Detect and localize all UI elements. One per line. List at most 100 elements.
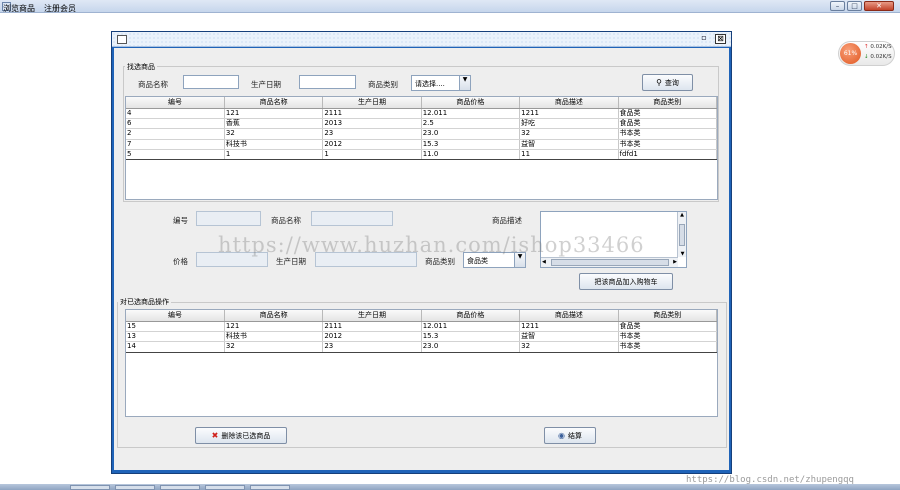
- table-cell: 32: [224, 128, 324, 140]
- table-row[interactable]: 7 科技书 2012 15.3 益智 书本类: [126, 139, 718, 151]
- column-header[interactable]: 生产日期: [322, 310, 422, 322]
- taskbar-button[interactable]: [160, 485, 200, 490]
- desc-vertical-scrollbar[interactable]: ▲ ▼: [677, 212, 686, 257]
- filter-name-label: 商品名称: [138, 80, 168, 89]
- window-titlebar: [0, 0, 900, 13]
- table-cell: 2012: [322, 331, 422, 343]
- table-cell: 23.0: [421, 341, 521, 353]
- upload-speed-value: 0.02K/S: [870, 44, 892, 50]
- table-cell: 4: [126, 108, 225, 119]
- download-speed: ↓ 0.02K/S: [864, 54, 892, 60]
- table-cell: 12.011: [421, 321, 521, 332]
- table-cell: 11.0: [421, 149, 521, 161]
- cart-table[interactable]: 编号 商品名称 生产日期 商品价格 商品描述 商品类别 15 121 2111 12.011 12…: [125, 309, 718, 417]
- table-row[interactable]: 5 1 1 11.0 11 fdfd1: [126, 149, 718, 161]
- detail-category-label: 商品类别: [425, 257, 455, 266]
- frame-close-button[interactable]: ⊠: [715, 34, 726, 44]
- delete-selected-button[interactable]: ✖ 删除该已选商品: [195, 427, 287, 444]
- desc-horizontal-scrollbar[interactable]: ◀ ▶: [541, 257, 678, 267]
- frame-system-icon[interactable]: [117, 35, 127, 44]
- column-header[interactable]: 商品类别: [618, 310, 718, 322]
- frame-restore-button[interactable]: ▫: [699, 34, 709, 44]
- table-cell: 121: [224, 108, 324, 119]
- table-cell: 23: [322, 128, 422, 140]
- table-row[interactable]: 2 32 23 23.0 32 书本类: [126, 128, 718, 140]
- query-button-label: 查询: [664, 78, 679, 87]
- detail-category-value: 食品类: [467, 257, 488, 265]
- taskbar-button[interactable]: [205, 485, 245, 490]
- column-header[interactable]: 商品描述: [519, 310, 619, 322]
- table-cell: 121: [224, 321, 324, 332]
- delete-button-label: 删除该已选商品: [221, 431, 271, 440]
- detail-id-field[interactable]: [196, 211, 261, 226]
- column-header[interactable]: 商品名称: [224, 310, 324, 322]
- table-cell: 15.3: [421, 139, 521, 151]
- site-watermark: https://www.huzhan.com/ishop33466: [218, 233, 645, 257]
- h-scroll-thumb[interactable]: [551, 259, 669, 266]
- frame-titlebar[interactable]: [112, 32, 731, 47]
- table-row[interactable]: 6 香蕉 2013 2.5 好吃 食品类: [126, 118, 718, 130]
- table-cell: 2013: [322, 118, 422, 130]
- maximize-button[interactable]: □: [847, 1, 862, 11]
- table-row[interactable]: 14 32 23 23.0 32 书本类: [126, 341, 718, 353]
- column-header[interactable]: 商品名称: [224, 97, 324, 109]
- table-cell: 益智: [519, 331, 619, 343]
- table-row[interactable]: 4 121 2111 12.011 1211 食品类: [126, 108, 718, 119]
- chevron-down-icon[interactable]: ▼: [459, 76, 470, 90]
- scroll-right-icon[interactable]: ▶: [673, 259, 677, 265]
- detail-id-label: 编号: [173, 216, 188, 225]
- scroll-down-icon[interactable]: ▼: [678, 251, 687, 257]
- scroll-up-icon[interactable]: ▲: [678, 212, 686, 218]
- net-usage-ball[interactable]: 61%: [840, 43, 861, 64]
- upload-arrow-icon: ↑: [864, 44, 869, 50]
- filter-category-label: 商品类别: [368, 80, 398, 89]
- table-cell: 15: [126, 321, 225, 332]
- table-cell: 12.011: [421, 108, 521, 119]
- table-cell: 食品类: [618, 108, 718, 119]
- table-cell: 2012: [322, 139, 422, 151]
- table-cell: 1: [224, 149, 324, 161]
- scroll-left-icon[interactable]: ◀: [542, 259, 546, 265]
- filter-date-input[interactable]: [299, 75, 356, 89]
- column-header[interactable]: 商品类别: [618, 97, 718, 109]
- filter-category-select[interactable]: 请选择.... ▼: [411, 75, 471, 91]
- column-header[interactable]: 商品价格: [421, 97, 521, 109]
- table-cell: 香蕉: [224, 118, 324, 130]
- column-header[interactable]: 编号: [126, 310, 225, 322]
- menu-browse-products[interactable]: 浏览商品: [3, 3, 35, 14]
- table-cell: 书本类: [618, 341, 718, 353]
- table-cell: 23.0: [421, 128, 521, 140]
- detail-desc-label: 商品描述: [492, 216, 522, 225]
- table-cell: 2111: [322, 321, 422, 332]
- add-to-cart-button[interactable]: 把该商品加入购物车: [579, 273, 673, 290]
- taskbar-button[interactable]: [115, 485, 155, 490]
- column-header[interactable]: 商品描述: [519, 97, 619, 109]
- table-row[interactable]: 13 科技书 2012 15.3 益智 书本类: [126, 331, 718, 343]
- table-cell: 15.3: [421, 331, 521, 343]
- table-cell: 好吃: [519, 118, 619, 130]
- detail-name-field[interactable]: [311, 211, 393, 226]
- table-cell: fdfd1: [618, 149, 718, 161]
- query-button[interactable]: ⚲ 查询: [642, 74, 693, 91]
- table-cell: 1: [322, 149, 422, 161]
- taskbar-button[interactable]: [70, 485, 110, 490]
- table-cell: 32: [224, 341, 324, 353]
- scroll-thumb[interactable]: [679, 224, 685, 246]
- product-table[interactable]: 编号 商品名称 生产日期 商品价格 商品描述 商品类别 4 121 2111 12.011 121…: [125, 96, 718, 200]
- minimize-button[interactable]: –: [830, 1, 845, 11]
- column-header[interactable]: 编号: [126, 97, 225, 109]
- filter-name-input[interactable]: [183, 75, 239, 89]
- close-window-button[interactable]: ✕: [864, 1, 894, 11]
- taskbar-button[interactable]: [250, 485, 290, 490]
- download-arrow-icon: ↓: [864, 54, 869, 60]
- filter-group-label: 找选商品: [125, 62, 157, 72]
- table-cell: 1211: [519, 108, 619, 119]
- menu-register-member[interactable]: 注册会员: [44, 3, 76, 14]
- money-bag-icon: ◉: [558, 430, 565, 440]
- delete-x-icon: ✖: [211, 430, 219, 440]
- column-header[interactable]: 商品价格: [421, 310, 521, 322]
- checkout-button[interactable]: ◉ 结算: [544, 427, 596, 444]
- column-header[interactable]: 生产日期: [322, 97, 422, 109]
- table-cell: 14: [126, 341, 225, 353]
- table-row[interactable]: 15 121 2111 12.011 1211 食品类: [126, 321, 718, 332]
